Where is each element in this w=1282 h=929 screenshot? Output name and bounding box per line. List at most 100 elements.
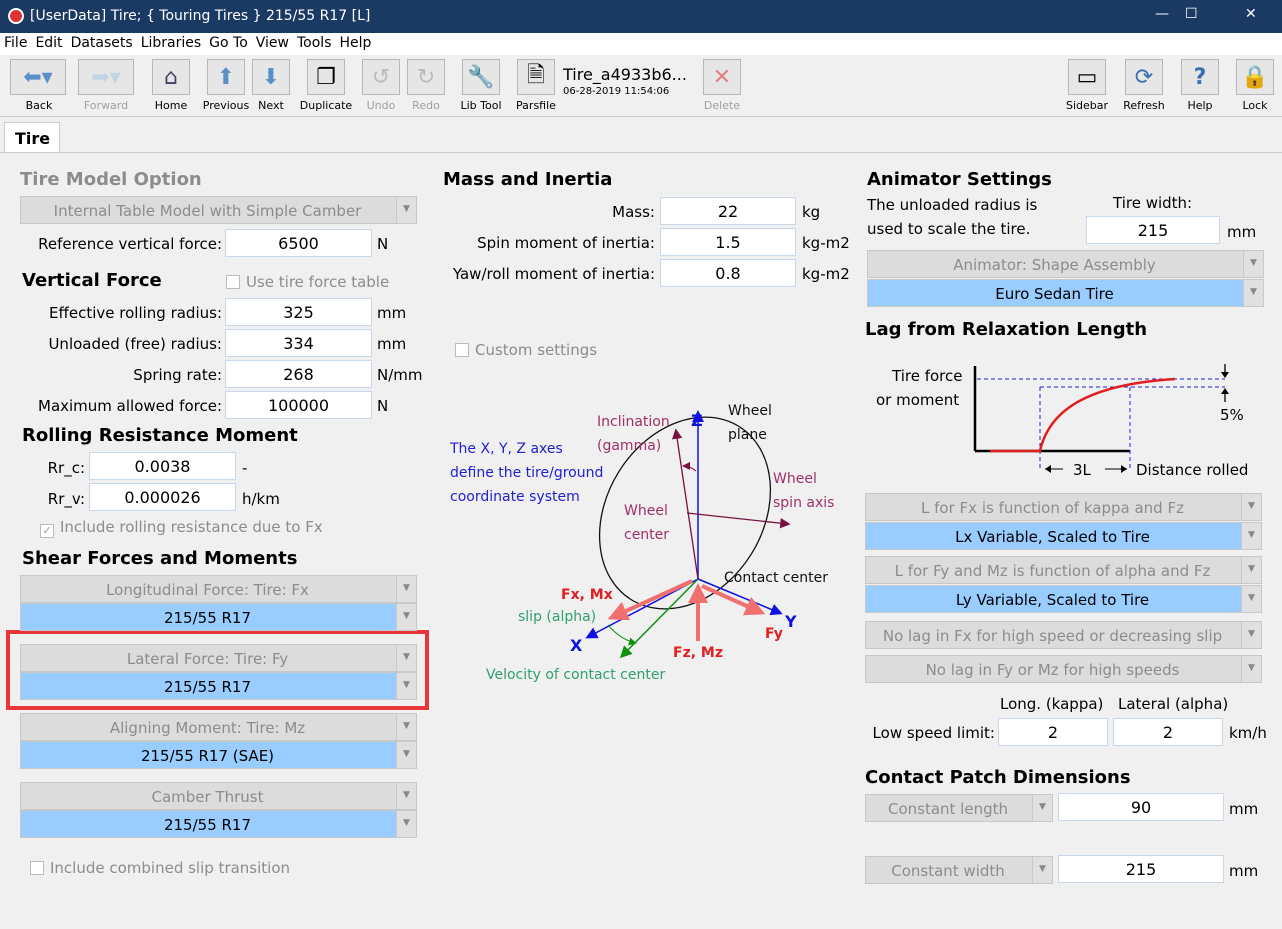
- fy-label: Fy: [765, 626, 783, 642]
- relaxation-graph: Tire force or moment 5% 3L Distance roll…: [876, 364, 1248, 479]
- use-table-label: Use tire force table: [246, 273, 390, 291]
- width-input[interactable]: 215: [1058, 855, 1224, 883]
- rolling-resistance-heading: Rolling Resistance Moment: [22, 425, 298, 446]
- include-rr-checkbox[interactable]: ✓ Include rolling resistance due to Fx: [40, 518, 323, 538]
- inclination-label: Inclination: [597, 414, 670, 430]
- length-type-value: Constant length: [887, 800, 1008, 818]
- shear-dataset-dropdown[interactable]: 215/55 R17 ▼: [20, 810, 417, 838]
- chevron-down-icon: ▼: [1241, 656, 1261, 682]
- vertical-row-unit: mm: [377, 304, 407, 322]
- tire-width-input[interactable]: 215: [1086, 216, 1220, 244]
- chevron-down-icon: ▼: [1032, 857, 1052, 883]
- long-speed-input[interactable]: 2: [998, 718, 1108, 746]
- rrv-unit: h/km: [242, 490, 280, 508]
- nolag-fx-dropdown[interactable]: No lag in Fx for high speed or decreasin…: [865, 621, 1262, 649]
- combined-slip-label: Include combined slip transition: [50, 859, 291, 877]
- graph-3l-label: 3L: [1073, 461, 1092, 479]
- spin-axis-label: spin axis: [773, 495, 834, 511]
- slip-angle-arc: [607, 624, 637, 646]
- low-speed-label: Low speed limit:: [872, 724, 995, 742]
- tire-model-value: Internal Table Model with Simple Camber: [53, 202, 362, 220]
- ly-type-dropdown[interactable]: L for Fy and Mz is function of alpha and…: [865, 556, 1262, 584]
- shape-type-dropdown[interactable]: Animator: Shape Assembly ▼: [867, 250, 1264, 278]
- chevron-down-icon: ▼: [1243, 280, 1263, 306]
- tire-panel: Tire Model Option Internal Table Model w…: [0, 152, 1282, 928]
- contact-center-label: Contact center: [724, 570, 828, 586]
- vertical-row-label: Spring rate:: [133, 366, 222, 384]
- chevron-down-icon: ▼: [1241, 523, 1261, 549]
- chevron-down-icon: ▼: [396, 197, 416, 223]
- nolag-fy-dropdown[interactable]: No lag in Fy or Mz for high speeds ▼: [865, 655, 1262, 683]
- shear-dataset-dropdown[interactable]: 215/55 R17 ▼: [20, 672, 417, 700]
- spin-axis-label: Wheel: [773, 471, 817, 487]
- tire-model-dropdown[interactable]: Internal Table Model with Simple Camber ▼: [20, 196, 417, 224]
- inertia-row-input[interactable]: 22: [660, 197, 796, 225]
- shear-type-dropdown[interactable]: Camber Thrust ▼: [20, 782, 417, 810]
- rrc-unit: -: [242, 459, 248, 477]
- chevron-down-icon: ▼: [1241, 494, 1261, 520]
- inertia-row-input[interactable]: 1.5: [660, 228, 796, 256]
- chevron-down-icon: ▼: [1241, 622, 1261, 648]
- slip-label: slip (alpha): [518, 609, 596, 625]
- chevron-down-icon: ▼: [396, 576, 416, 602]
- mass-inertia-heading: Mass and Inertia: [443, 169, 613, 190]
- ref-force-label: Reference vertical force:: [38, 235, 222, 253]
- shear-type-value: Camber Thrust: [151, 788, 264, 806]
- shear-dataset-value: 215/55 R17: [163, 609, 252, 627]
- length-input[interactable]: 90: [1058, 793, 1224, 821]
- vertical-row-input[interactable]: 268: [225, 360, 372, 388]
- custom-settings-checkbox[interactable]: Custom settings: [455, 341, 597, 359]
- vertical-row-input[interactable]: 325: [225, 298, 372, 326]
- shear-type-dropdown[interactable]: Aligning Moment: Tire: Mz ▼: [20, 713, 417, 741]
- include-rr-label: Include rolling resistance due to Fx: [60, 518, 323, 536]
- checkbox-icon: [226, 275, 240, 289]
- checkbox-icon: [455, 343, 469, 357]
- custom-settings-label: Custom settings: [475, 341, 598, 359]
- length-type-dropdown[interactable]: Constant length ▼: [865, 794, 1053, 822]
- shear-dataset-dropdown[interactable]: 215/55 R17 (SAE) ▼: [20, 741, 417, 769]
- lx-type-dropdown[interactable]: L for Fx is function of kappa and Fz ▼: [865, 493, 1262, 521]
- tire-model-heading: Tire Model Option: [20, 169, 202, 190]
- checkbox-icon: [30, 861, 44, 875]
- y-label: Y: [784, 612, 797, 631]
- graph-percent-label: 5%: [1220, 406, 1244, 424]
- inertia-row-unit: kg: [802, 203, 821, 221]
- length-unit: mm: [1229, 800, 1259, 818]
- chevron-down-icon: ▼: [396, 811, 416, 837]
- combined-slip-checkbox[interactable]: Include combined slip transition: [30, 859, 290, 877]
- note-line: define the tire/ground: [450, 465, 603, 481]
- shear-type-value: Lateral Force: Tire: Fy: [126, 650, 289, 668]
- chevron-down-icon: ▼: [396, 714, 416, 740]
- lx-dropdown[interactable]: Lx Variable, Scaled to Tire ▼: [865, 522, 1262, 550]
- fz-mz-label: Fz, Mz: [673, 645, 723, 661]
- fy-arrow: [701, 584, 766, 616]
- tire-width-label: Tire width:: [1113, 194, 1193, 212]
- shape-dropdown[interactable]: Euro Sedan Tire ▼: [867, 279, 1264, 307]
- ref-force-input[interactable]: 6500: [225, 229, 372, 257]
- ly-dropdown[interactable]: Ly Variable, Scaled to Tire ▼: [865, 585, 1262, 613]
- width-type-dropdown[interactable]: Constant width ▼: [865, 856, 1053, 884]
- shear-type-dropdown[interactable]: Longitudinal Force: Tire: Fx ▼: [20, 575, 417, 603]
- vertical-row-input[interactable]: 100000: [225, 391, 372, 419]
- inclination-axis: [672, 428, 699, 580]
- vertical-row-unit: mm: [377, 335, 407, 353]
- nolag-fx-value: No lag in Fx for high speed or decreasin…: [882, 627, 1223, 645]
- lat-label: Lateral (alpha): [1118, 695, 1229, 713]
- inertia-row-unit: kg-m2: [802, 265, 850, 283]
- vertical-row-input[interactable]: 334: [225, 329, 372, 357]
- shear-dataset-dropdown[interactable]: 215/55 R17 ▼: [20, 603, 417, 631]
- inertia-row-label: Yaw/roll moment of inertia:: [452, 265, 655, 283]
- shear-type-dropdown[interactable]: Lateral Force: Tire: Fy ▼: [20, 644, 417, 672]
- rrv-input[interactable]: 0.000026: [89, 483, 236, 511]
- chevron-down-icon: ▼: [396, 645, 416, 671]
- graph-xlabel: Distance rolled: [1136, 461, 1248, 479]
- chevron-down-icon: ▼: [1241, 557, 1261, 583]
- gamma-arc: [682, 462, 697, 472]
- lat-speed-input[interactable]: 2: [1113, 718, 1223, 746]
- rrc-input[interactable]: 0.0038: [89, 452, 236, 480]
- inertia-row-input[interactable]: 0.8: [660, 259, 796, 287]
- chevron-down-icon: ▼: [396, 742, 416, 768]
- width-type-value: Constant width: [891, 862, 1005, 880]
- chevron-down-icon: ▼: [396, 604, 416, 630]
- use-table-checkbox[interactable]: Use tire force table: [226, 273, 389, 291]
